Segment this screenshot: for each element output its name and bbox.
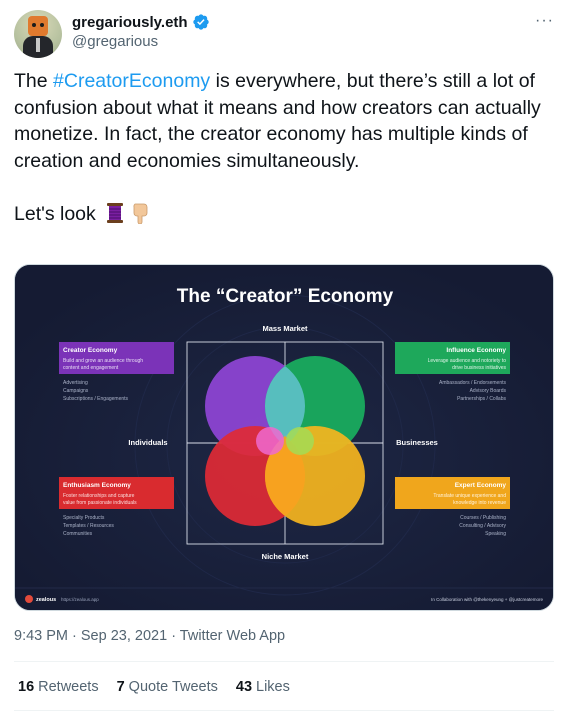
quadrant-title: Expert Economy bbox=[455, 482, 507, 489]
name-row: gregariously.eth bbox=[72, 13, 210, 31]
likes-count: 43 bbox=[235, 679, 253, 695]
tweet-closing-text: Let's look bbox=[14, 202, 96, 225]
quadrant-item: Subscriptions / Engagements bbox=[63, 396, 129, 402]
quadrant-title: Enthusiasm Economy bbox=[63, 482, 131, 489]
user-handle[interactable]: @gregarious bbox=[72, 33, 210, 50]
avatar-head bbox=[28, 16, 48, 36]
quadrant-desc: drive business initiatives bbox=[452, 365, 506, 371]
quadrant-item: Advisory Boards bbox=[470, 388, 507, 394]
creator-economy-graphic: The “Creator” Economy Mass Market Niche … bbox=[15, 265, 553, 610]
backhand-index-pointing-down-emoji bbox=[133, 203, 148, 224]
quadrant-item: Communities bbox=[63, 531, 93, 537]
axis-right-label: Businesses bbox=[396, 438, 438, 447]
zealous-logo-icon bbox=[25, 595, 33, 603]
engagement-stats: 16 Retweets 7 Quote Tweets 43 Likes bbox=[18, 679, 290, 695]
likes-label: Likes bbox=[256, 679, 290, 695]
quadrant-item: Consulting / Advisory bbox=[459, 523, 506, 529]
quadrant-desc: content and engagement bbox=[63, 365, 119, 371]
tweet-closing: Let's look bbox=[14, 201, 554, 228]
quadrant-desc: Foster relationships and capture bbox=[63, 493, 135, 499]
quadrant-item: Templates / Resources bbox=[63, 523, 114, 529]
quadrant-item: Advertising bbox=[63, 380, 88, 386]
quadrant-desc: Leverage audience and notoriety to bbox=[428, 358, 507, 364]
quote-tweets-label: Quote Tweets bbox=[128, 679, 218, 695]
footer-url: https://zealous.app bbox=[61, 597, 99, 602]
verified-badge-icon bbox=[192, 14, 209, 30]
retweets-label: Retweets bbox=[38, 679, 99, 695]
tweet-time[interactable]: 9:43 PM bbox=[14, 628, 68, 644]
divider bbox=[14, 710, 554, 711]
footer-credit: In Collaboration with @thekenyeung + @ju… bbox=[431, 597, 543, 602]
avatar-tie bbox=[36, 38, 40, 52]
tweet-paragraph: The #CreatorEconomy is everywhere, but t… bbox=[14, 68, 554, 174]
axis-top-label: Mass Market bbox=[262, 324, 308, 333]
meta-separator: · bbox=[68, 628, 81, 644]
tweet-date[interactable]: Sep 23, 2021 bbox=[81, 628, 167, 644]
tweet-header: gregariously.eth @gregarious ··· bbox=[14, 10, 554, 58]
quadrant-item: Campaigns bbox=[63, 388, 89, 394]
venn-overlap-right bbox=[286, 427, 314, 455]
quadrant-title: Influence Economy bbox=[446, 347, 506, 354]
quadrant-item: Ambassadors / Endorsements bbox=[439, 380, 506, 386]
quadrant-item: Speaking bbox=[485, 531, 506, 537]
avatar-eye-left bbox=[32, 23, 36, 27]
user-info: gregariously.eth @gregarious bbox=[72, 13, 210, 50]
quadrant-desc: Translate unique experience and bbox=[433, 493, 506, 499]
tweet-source[interactable]: Twitter Web App bbox=[180, 628, 285, 644]
quote-tweets-count: 7 bbox=[116, 679, 125, 695]
venn-diagram bbox=[205, 356, 365, 526]
tweet-media-image[interactable]: The “Creator” Economy Mass Market Niche … bbox=[14, 264, 554, 611]
footer-brand: zealous bbox=[36, 597, 56, 603]
hashtag-link[interactable]: #CreatorEconomy bbox=[53, 70, 210, 92]
quote-tweets-stat[interactable]: 7 Quote Tweets bbox=[117, 679, 218, 695]
retweets-stat[interactable]: 16 Retweets bbox=[18, 679, 99, 695]
likes-stat[interactable]: 43 Likes bbox=[236, 679, 290, 695]
thread-spool-emoji bbox=[107, 202, 124, 223]
quadrant-title: Creator Economy bbox=[63, 347, 118, 354]
venn-overlap-left bbox=[256, 427, 284, 455]
quadrant-item: Partnerships / Collabs bbox=[457, 396, 506, 402]
tweet-text-before: The bbox=[14, 70, 54, 92]
tweet-text: The #CreatorEconomy is everywhere, but t… bbox=[14, 68, 554, 227]
quadrant-desc: knowledge into revenue bbox=[453, 500, 506, 506]
quadrant-desc: Build and grow an audience through bbox=[63, 358, 143, 364]
quadrant-desc: value from passionate individuals bbox=[63, 500, 137, 506]
tweet-timestamp: 9:43 PM · Sep 23, 2021 · Twitter Web App bbox=[14, 628, 285, 644]
meta-separator: · bbox=[167, 628, 180, 644]
quadrant-item: Courses / Publishing bbox=[460, 515, 506, 521]
avatar-eye-right bbox=[40, 23, 44, 27]
more-options-icon[interactable]: ··· bbox=[535, 12, 554, 30]
graphic-title: The “Creator” Economy bbox=[177, 286, 394, 307]
display-name[interactable]: gregariously.eth bbox=[72, 14, 188, 31]
quadrant-item: Specialty Products bbox=[63, 515, 105, 521]
axis-bottom-label: Niche Market bbox=[262, 552, 309, 561]
retweets-count: 16 bbox=[18, 679, 35, 695]
avatar[interactable] bbox=[14, 10, 62, 58]
divider bbox=[14, 661, 554, 662]
axis-left-label: Individuals bbox=[128, 438, 167, 447]
